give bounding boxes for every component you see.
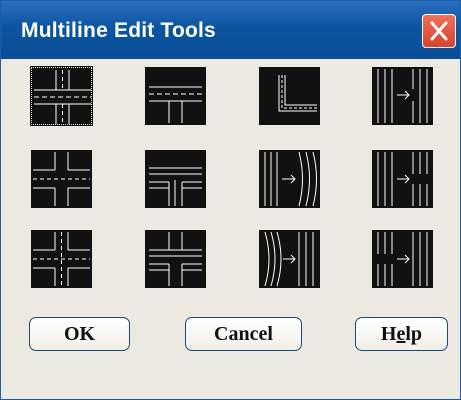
open-cross-icon [33, 152, 90, 206]
tool-merged-cross[interactable] [31, 230, 92, 288]
add-vertex-icon [264, 151, 317, 207]
cut-all-icon [377, 152, 428, 206]
cut-single-icon [377, 69, 428, 123]
cancel-button[interactable]: Cancel [185, 317, 302, 351]
merged-cross-icon [33, 232, 90, 286]
closed-cross-icon [34, 70, 91, 124]
tool-delete-vertex[interactable] [259, 230, 320, 288]
dialog-window: Multiline Edit Tools OK Cancel Help [0, 0, 461, 400]
closed-tee-icon [149, 86, 202, 123]
tool-open-cross[interactable] [31, 150, 92, 208]
corner-joint-icon [278, 75, 317, 112]
merged-tee-icon [149, 232, 202, 286]
tool-add-vertex[interactable] [259, 150, 320, 208]
help-label-start: H [380, 323, 397, 345]
dialog-title: Multiline Edit Tools [21, 19, 216, 42]
ok-button[interactable]: OK [29, 317, 130, 351]
open-tee-icon [149, 167, 202, 206]
tool-cut-all[interactable] [372, 150, 433, 208]
help-button[interactable]: Help [355, 317, 448, 351]
tool-open-tee[interactable] [145, 150, 206, 208]
weld-all-icon [377, 232, 428, 286]
delete-vertex-icon [264, 231, 314, 287]
help-label-end: lp [405, 323, 423, 345]
tool-closed-tee[interactable] [145, 67, 206, 125]
tool-merged-tee[interactable] [145, 230, 206, 288]
close-x-icon [430, 21, 448, 41]
title-bar[interactable]: Multiline Edit Tools [1, 1, 460, 59]
tool-corner-joint[interactable] [259, 67, 320, 125]
close-button[interactable] [422, 14, 456, 48]
tool-closed-cross[interactable] [30, 66, 93, 126]
tool-cut-single[interactable] [372, 67, 433, 125]
tool-weld-all[interactable] [372, 230, 433, 288]
